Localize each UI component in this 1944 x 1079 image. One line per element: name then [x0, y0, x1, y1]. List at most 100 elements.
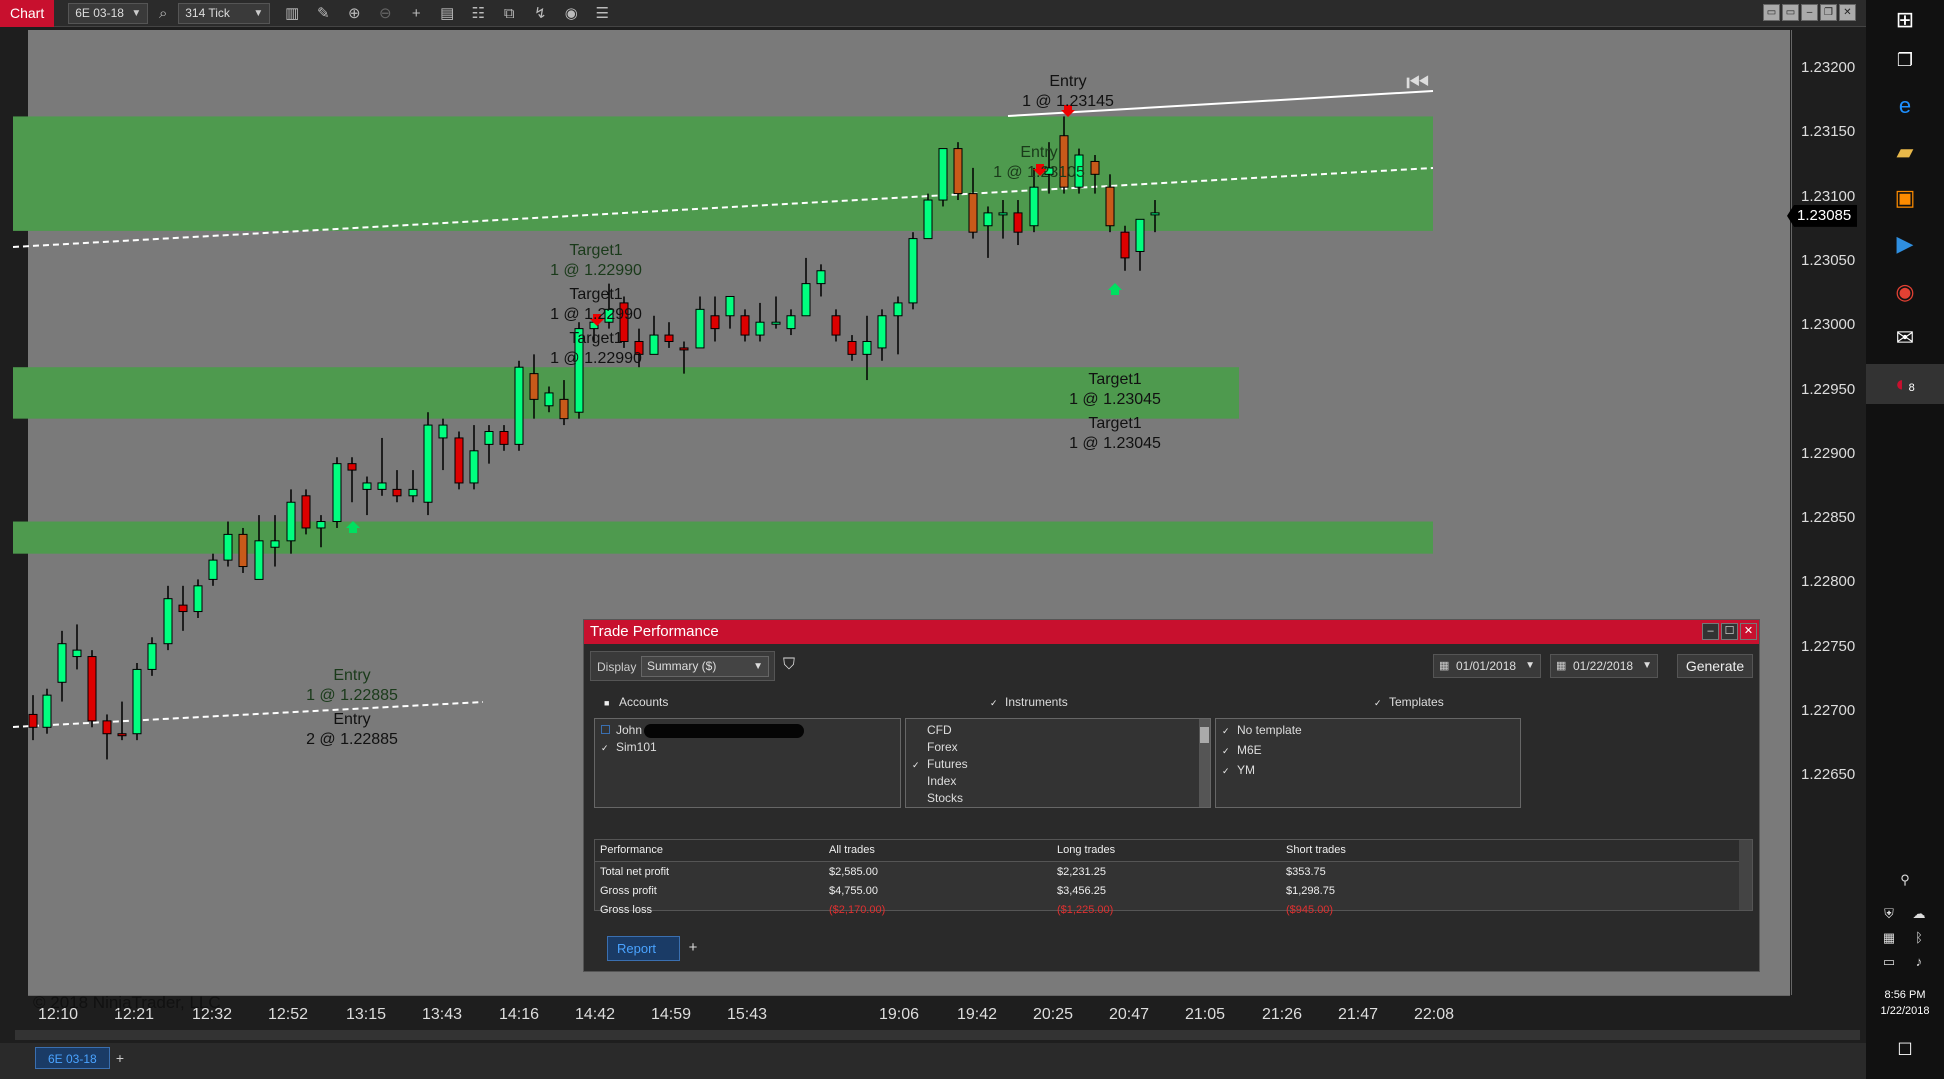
list-item[interactable]: John — [595, 722, 900, 739]
mail-icon[interactable]: ✉ — [1866, 318, 1944, 358]
list-item[interactable]: Stocks — [906, 790, 1210, 807]
chart-trader-icon[interactable]: ☷ — [469, 4, 487, 22]
check-icon[interactable]: ✓ — [990, 698, 999, 709]
list-item[interactable]: ✓ Sim101 — [595, 739, 900, 756]
candle-body — [286, 501, 296, 542]
trend-line-lower — [13, 701, 484, 728]
volume-icon[interactable]: ♪ — [1910, 953, 1928, 971]
display-select[interactable]: Summary ($) ▼ — [641, 656, 769, 677]
crosshair-icon[interactable]: + — [407, 5, 425, 22]
interval-selector[interactable]: 314 Tick ▼ — [178, 2, 271, 24]
close-icon[interactable]: ✕ — [1839, 4, 1856, 21]
check-icon[interactable]: ✓ — [1222, 723, 1231, 740]
scroll-thumb[interactable] — [1200, 727, 1209, 743]
action-center-icon[interactable]: ☐ — [1866, 1030, 1944, 1070]
accounts-header[interactable]: ■ Accounts — [604, 695, 668, 709]
table-scrollbar[interactable] — [1739, 840, 1752, 910]
add-tab-icon[interactable]: + — [684, 938, 702, 958]
list-item[interactable]: ✓ M6E — [1216, 742, 1520, 759]
list-item[interactable]: ✓ Futures — [906, 756, 1210, 773]
checkbox-icon[interactable] — [601, 725, 610, 734]
column-header[interactable]: Performance — [600, 844, 663, 856]
instruments-scrollbar[interactable] — [1199, 719, 1210, 807]
check-icon[interactable]: ✓ — [1222, 743, 1231, 760]
check-icon[interactable]: ✓ — [912, 757, 921, 774]
check-icon[interactable]: ✓ — [1374, 698, 1383, 709]
people-icon[interactable]: ⚲ — [1896, 871, 1914, 889]
candle-body — [117, 733, 127, 737]
candle-body — [1120, 231, 1130, 259]
chart-horizontal-scrollbar[interactable] — [15, 1030, 1860, 1040]
column-header[interactable]: Short trades — [1286, 844, 1346, 856]
candle-body — [862, 340, 872, 355]
list-item[interactable]: Forex — [906, 739, 1210, 756]
strategies-icon[interactable]: ⧉ — [500, 5, 518, 22]
templates-header[interactable]: ✓ Templates — [1374, 695, 1444, 709]
security-icon[interactable]: ⛨ — [1880, 905, 1898, 923]
system-clock[interactable]: 8:56 PM 1/22/2018 — [1866, 987, 1944, 1019]
maximize-icon[interactable]: ☐ — [1721, 623, 1738, 640]
bluetooth-icon[interactable]: ᛒ — [1910, 929, 1928, 947]
add-tab-icon[interactable]: + — [110, 1047, 130, 1069]
check-icon[interactable]: ✓ — [1222, 763, 1231, 780]
tab-report[interactable]: Report — [607, 936, 680, 961]
file-explorer-icon[interactable]: ▰ — [1866, 132, 1944, 172]
collapse-panel-icon[interactable]: ⏮ — [1406, 68, 1429, 98]
list-item[interactable]: ✓ YM — [1216, 762, 1520, 779]
instruments-header[interactable]: ✓ Instruments — [990, 695, 1068, 709]
properties-icon[interactable]: ☰ — [593, 4, 611, 22]
time-tick-label: 20:25 — [1032, 1006, 1074, 1023]
zoom-in-icon[interactable]: ⊕ — [345, 4, 363, 22]
list-item[interactable]: CFD — [906, 722, 1210, 739]
tile-alt-icon[interactable]: ▭ — [1782, 4, 1799, 21]
templates-label: Templates — [1389, 695, 1444, 709]
minimize-icon[interactable]: – — [1702, 623, 1719, 640]
restore-icon[interactable]: ❐ — [1820, 4, 1837, 21]
draw-tool-icon[interactable]: ✎ — [314, 4, 332, 22]
instrument-selector[interactable]: 6E 03-18 ▼ — [68, 2, 149, 24]
edge-browser-icon[interactable]: e — [1866, 86, 1944, 126]
app-tray-icon[interactable]: ▦ — [1880, 929, 1898, 947]
column-header[interactable]: All trades — [829, 844, 875, 856]
checkbox-icon[interactable]: ■ — [604, 698, 613, 708]
date-from-picker[interactable]: ▦ 01/01/2018 ▼ — [1433, 654, 1541, 678]
data-box-icon[interactable]: ▤ — [438, 4, 456, 22]
reload-icon[interactable]: ◉ — [562, 4, 580, 22]
chrome-icon[interactable]: ◉ — [1866, 272, 1944, 312]
bar-style-icon[interactable]: ▥ — [283, 4, 301, 22]
network-icon[interactable]: ▭ — [1880, 953, 1898, 971]
table-cell: ($1,225.00) — [1057, 904, 1114, 916]
generate-button[interactable]: Generate — [1677, 654, 1753, 678]
execution-label: Entry — [1049, 73, 1086, 90]
cloud-icon[interactable]: ☁ — [1910, 905, 1928, 923]
ninjatrader-icon[interactable]: ◐8 — [1866, 364, 1944, 404]
check-icon[interactable]: ✓ — [601, 740, 610, 757]
filter-icon[interactable]: ⛉ — [783, 656, 795, 674]
time-tick-label: 19:42 — [956, 1006, 998, 1023]
account-name: Sim101 — [616, 740, 657, 754]
search-icon[interactable]: ⌕ — [154, 5, 172, 22]
price-axis[interactable]: 1.23200 1.23150 1.23100 1.23050 1.23000 1.229… — [1787, 30, 1858, 995]
chart-menu-button[interactable]: Chart — [0, 0, 55, 27]
task-view-icon[interactable]: ❐ — [1866, 40, 1944, 80]
indicators-icon[interactable]: ↯ — [531, 4, 549, 22]
candle-body — [28, 713, 38, 728]
date-to-picker[interactable]: ▦ 01/22/2018 ▼ — [1550, 654, 1658, 678]
chevron-down-icon: ▼ — [1642, 660, 1652, 671]
table-row: Total net profit $2,585.00 $2,231.25 $35… — [595, 862, 1740, 881]
tab-6e-03-18[interactable]: 6E 03-18 — [35, 1047, 110, 1069]
column-header[interactable]: Long trades — [1057, 844, 1115, 856]
zoom-out-icon[interactable]: ⊖ — [376, 4, 394, 22]
price-tick-label: 1.23200 — [1801, 59, 1856, 76]
tile-icon[interactable]: ▭ — [1763, 4, 1780, 21]
store-icon[interactable]: ▣ — [1866, 178, 1944, 218]
media-icon[interactable]: ▶ — [1866, 224, 1944, 264]
list-item[interactable]: Index — [906, 773, 1210, 790]
minimize-icon[interactable]: – — [1801, 4, 1818, 21]
account-name: John — [616, 723, 643, 737]
list-item[interactable]: ✓ No template — [1216, 722, 1520, 739]
windows-start-icon[interactable]: ⊞ — [1866, 0, 1944, 40]
close-icon[interactable]: ✕ — [1740, 623, 1757, 640]
candle-body — [377, 482, 387, 490]
trade-performance-titlebar[interactable]: Trade Performance – ☐ ✕ — [584, 620, 1759, 644]
